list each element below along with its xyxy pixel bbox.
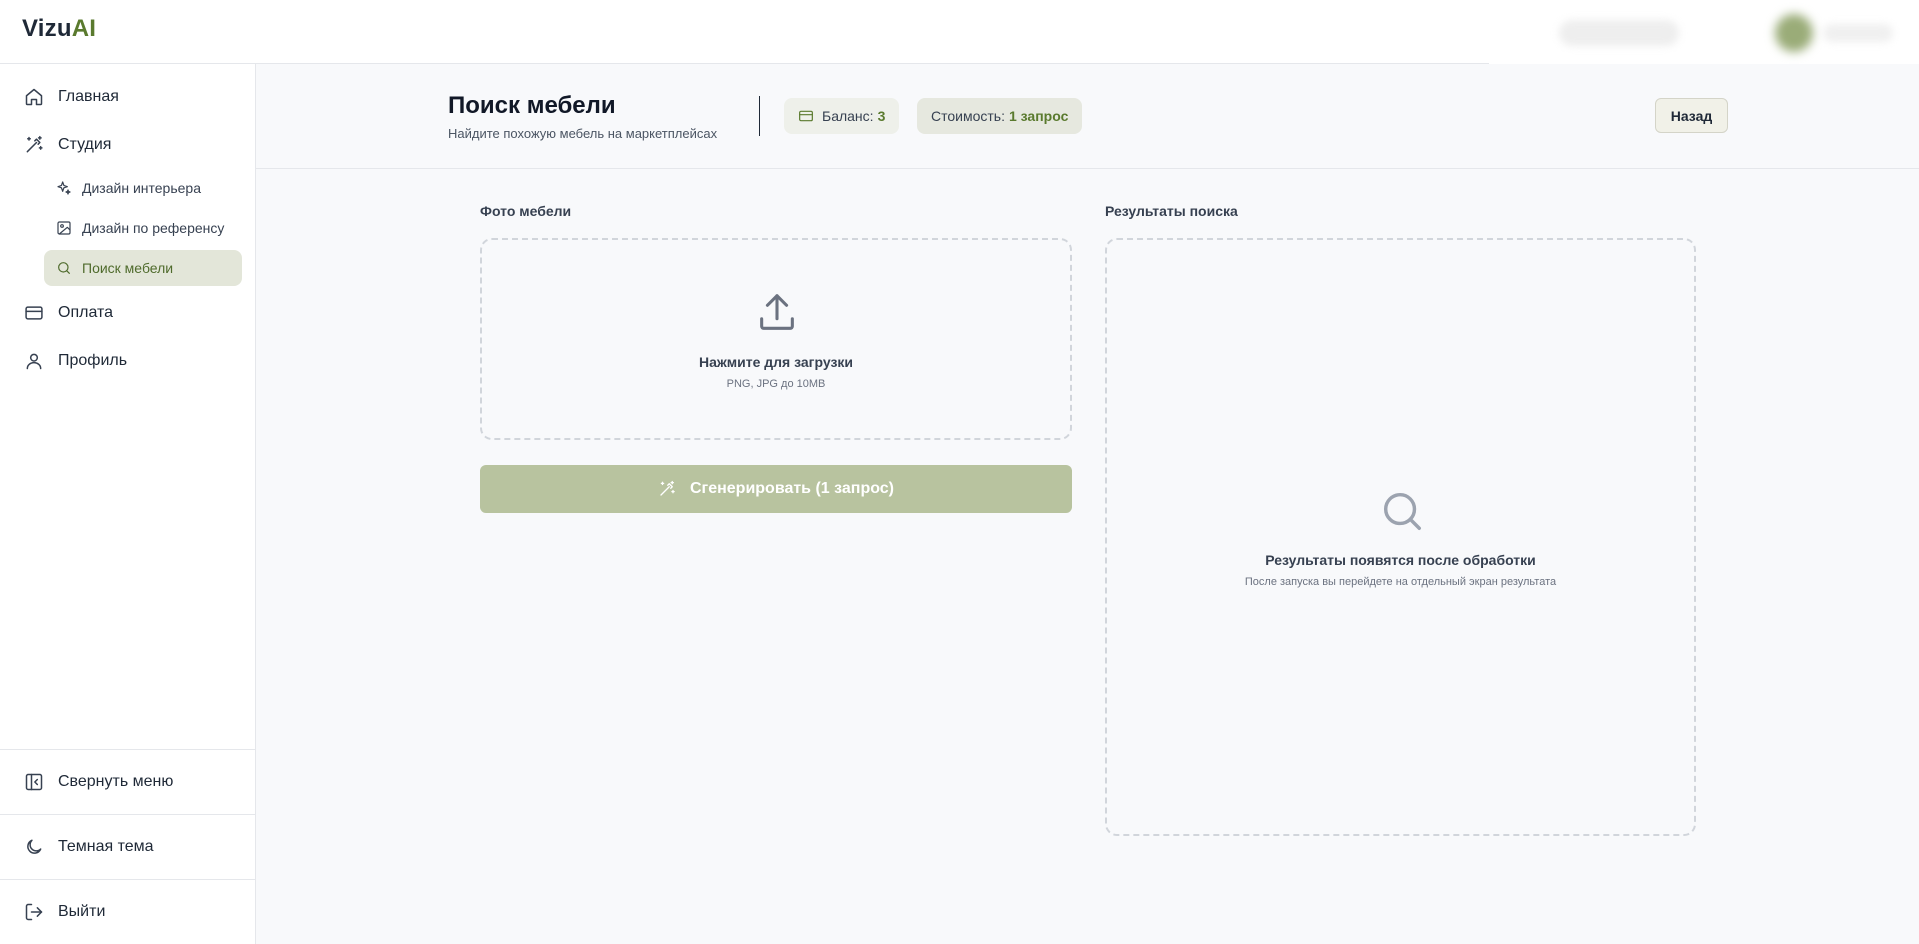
sidebar-item-home[interactable]: Главная	[24, 84, 119, 110]
user-name-blurred[interactable]	[1823, 24, 1893, 42]
logo[interactable]: VizuAI	[22, 15, 96, 43]
user-icon	[26, 353, 42, 370]
header-divider	[759, 96, 760, 136]
magic-wand-icon	[660, 480, 675, 496]
collapse-menu-label: Свернуть меню	[58, 773, 174, 790]
credit-card-icon	[25, 306, 43, 320]
sidebar-collapse-section: Свернуть меню	[0, 749, 256, 813]
results-section-label: Результаты поиска	[1105, 203, 1238, 219]
logo-accent-text: AI	[71, 15, 97, 42]
balance-value: 3	[877, 108, 886, 124]
cost-value: 1 запрос	[1008, 108, 1069, 124]
sidebar-subitem-furniture-search[interactable]: Поиск мебели	[44, 250, 242, 286]
search-icon	[1383, 492, 1421, 530]
sidebar-logout-section: Выйти	[0, 879, 256, 943]
logo-text: Vizu	[22, 15, 72, 42]
sidebar-item-label: Студия	[58, 136, 112, 153]
sidebar-item-label: Оплата	[58, 304, 114, 321]
avatar[interactable]	[1775, 14, 1813, 52]
sidebar-subitem-label: Поиск мебели	[82, 260, 174, 276]
page-title: Поиск мебели	[448, 92, 616, 119]
search-icon	[58, 262, 70, 274]
cost-badge: Стоимость: 1 запрос	[917, 98, 1083, 134]
sidebar-item-label: Профиль	[58, 352, 128, 369]
credit-card-icon	[799, 110, 813, 122]
dark-theme-toggle[interactable]: Темная тема	[24, 834, 154, 860]
sidebar-item-studio[interactable]: Студия	[24, 132, 111, 158]
sidebar-subitem-reference-design[interactable]: Дизайн по референсу	[44, 210, 242, 246]
sidebar-subitem-label: Дизайн интерьера	[82, 180, 201, 196]
moon-icon	[27, 839, 42, 854]
page-subtitle: Найдите похожую мебель на маркетплейсах	[448, 126, 718, 141]
generate-button[interactable]: Сгенерировать (1 запрос)	[480, 465, 1072, 513]
results-empty-hint: После запуска вы перейдете на отдельный …	[1244, 576, 1557, 588]
back-button[interactable]: Назад	[1655, 98, 1728, 133]
results-empty-title: Результаты появятся после обработки	[1265, 552, 1536, 568]
panel-collapse-icon	[25, 773, 43, 791]
generate-button-label: Сгенерировать (1 запрос)	[689, 480, 894, 497]
logout-button[interactable]: Выйти	[24, 899, 105, 925]
balance-indicator-blurred[interactable]	[1559, 20, 1679, 46]
balance-badge: Баланс: 3	[784, 98, 900, 134]
home-icon	[25, 88, 43, 106]
logout-label: Выйти	[58, 903, 106, 920]
sidebar: Главная Студия Дизайн интерьера Дизайн п…	[0, 64, 256, 944]
upload-section-label: Фото мебели	[480, 203, 572, 219]
sidebar-item-label: Главная	[58, 88, 119, 105]
upload-title: Нажмите для загрузки	[698, 354, 854, 370]
sidebar-subitem-label: Дизайн по референсу	[82, 220, 225, 236]
cost-label: Стоимость:	[931, 108, 1005, 124]
sparkles-icon	[57, 181, 71, 195]
upload-icon	[760, 294, 794, 330]
upload-dropzone[interactable]: Нажмите для загрузки PNG, JPG до 10MB	[480, 238, 1072, 440]
image-icon	[57, 221, 71, 235]
results-panel: Результаты появятся после обработки Посл…	[1105, 238, 1696, 836]
logout-icon	[25, 903, 43, 921]
top-bar: VizuAI	[0, 0, 1919, 64]
sidebar-item-profile[interactable]: Профиль	[24, 348, 127, 374]
sidebar-subitem-interior-design[interactable]: Дизайн интерьера	[44, 170, 242, 206]
sidebar-theme-section: Темная тема	[0, 814, 256, 878]
page-header: Поиск мебели Найдите похожую мебель на м…	[256, 64, 1919, 169]
balance-label: Баланс:	[822, 108, 874, 124]
collapse-menu-button[interactable]: Свернуть меню	[24, 769, 173, 795]
upload-hint: PNG, JPG до 10MB	[726, 378, 826, 390]
sidebar-item-payment[interactable]: Оплата	[24, 300, 113, 326]
dark-theme-label: Темная тема	[58, 838, 154, 855]
magic-wand-icon	[26, 135, 43, 153]
user-area	[1489, 0, 1919, 64]
